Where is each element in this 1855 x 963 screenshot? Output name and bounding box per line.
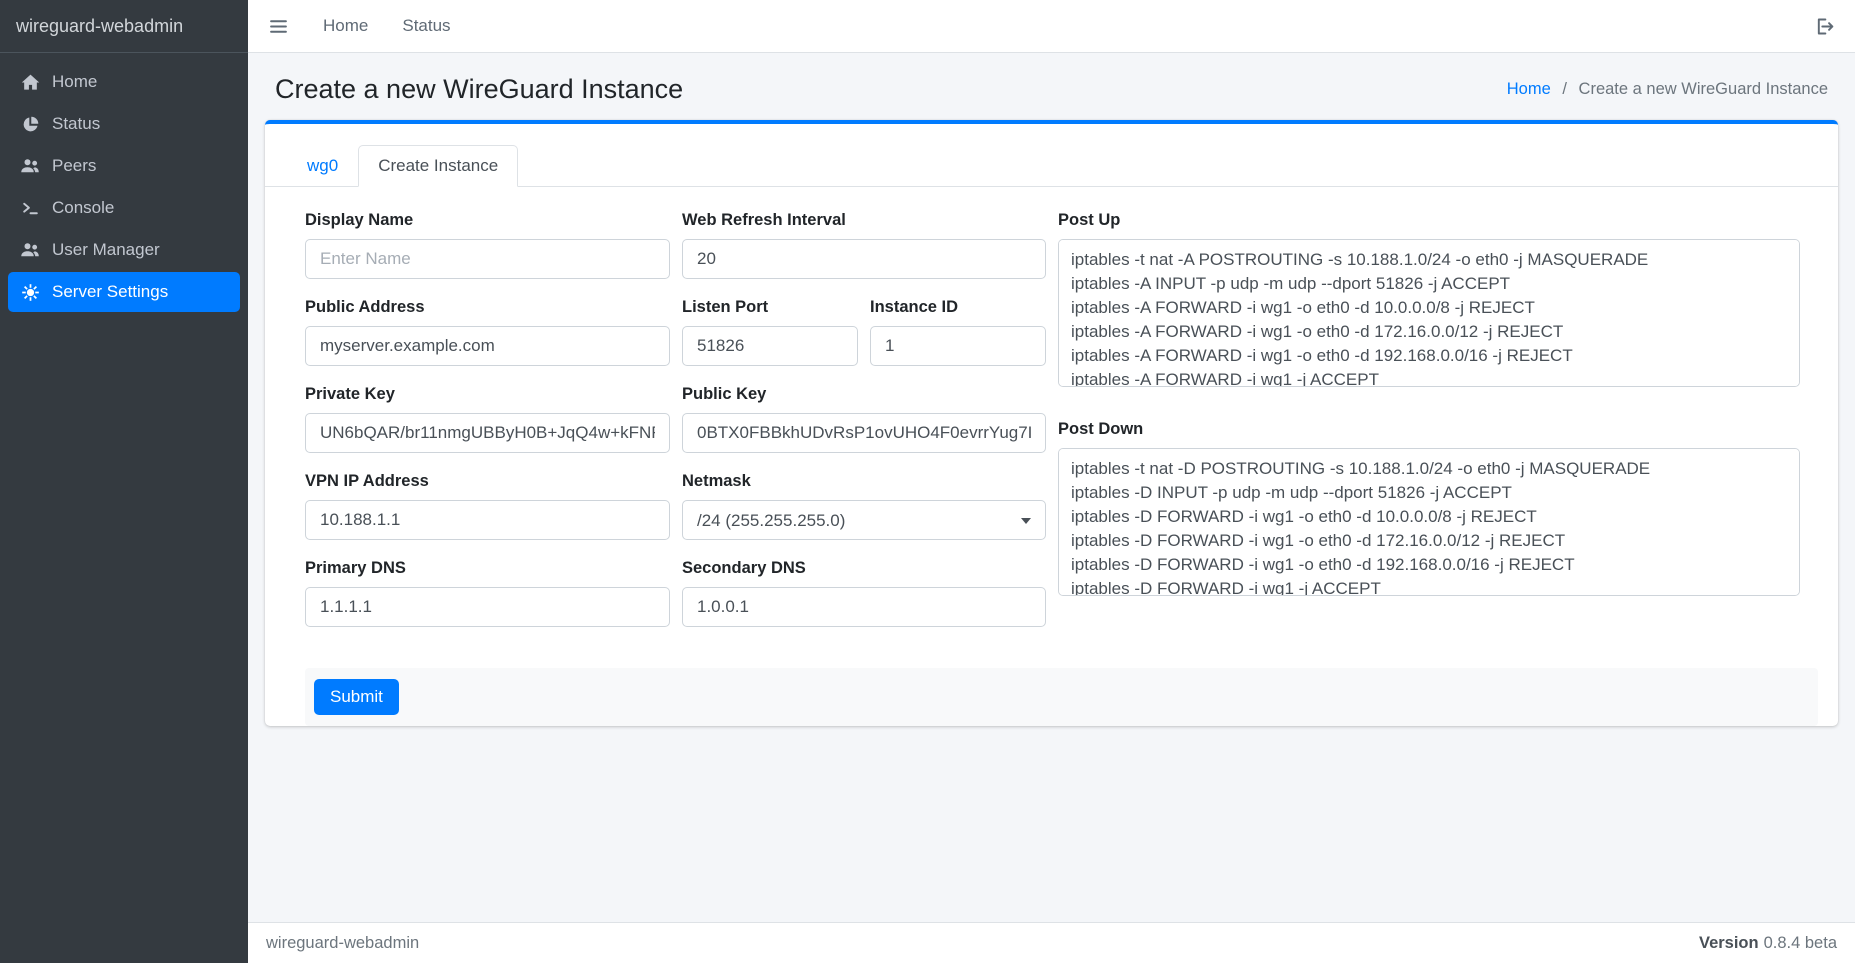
display-name-input[interactable]: [305, 239, 670, 279]
instance-card: wg0 Create Instance Display Name Public: [265, 120, 1838, 726]
breadcrumb-separator: /: [1562, 80, 1567, 98]
app-root: wireguard-webadmin Home Status Peers: [0, 0, 1855, 963]
public-key-label: Public Key: [682, 385, 1046, 404]
sidebar-item-label: User Manager: [52, 240, 160, 260]
netmask-select[interactable]: /24 (255.255.255.0): [682, 500, 1046, 540]
footer-brand: wireguard-webadmin: [266, 934, 419, 953]
listen-port-label: Listen Port: [682, 298, 858, 317]
vpn-ip-input[interactable]: [305, 500, 670, 540]
users-icon: [19, 156, 41, 176]
form-column-middle: Web Refresh Interval Listen Port Instanc…: [682, 211, 1046, 646]
footer-version-label: Version: [1699, 934, 1759, 952]
top-navbar: Home Status: [248, 0, 1855, 53]
page-title: Create a new WireGuard Instance: [275, 74, 683, 105]
sidebar-item-status[interactable]: Status: [8, 104, 240, 144]
breadcrumb-home-link[interactable]: Home: [1507, 80, 1551, 98]
primary-dns-input[interactable]: [305, 587, 670, 627]
footer-version: Version 0.8.4 beta: [1699, 934, 1837, 953]
submit-button[interactable]: Submit: [314, 679, 399, 715]
users-icon: [19, 240, 41, 260]
listen-port-input[interactable]: [682, 326, 858, 366]
private-key-input[interactable]: [305, 413, 670, 453]
breadcrumb: Home / Create a new WireGuard Instance: [1507, 80, 1828, 99]
nav-link-status[interactable]: Status: [402, 16, 450, 36]
post-down-label: Post Down: [1058, 420, 1800, 439]
sidebar-item-home[interactable]: Home: [8, 62, 240, 102]
vpn-ip-label: VPN IP Address: [305, 472, 670, 491]
web-refresh-interval-label: Web Refresh Interval: [682, 211, 1046, 230]
public-address-input[interactable]: [305, 326, 670, 366]
sidebar-item-server-settings[interactable]: Server Settings: [8, 272, 240, 312]
brand-link[interactable]: wireguard-webadmin: [0, 0, 248, 53]
instance-id-input[interactable]: [870, 326, 1046, 366]
instance-tabs: wg0 Create Instance: [265, 124, 1838, 187]
page-footer: wireguard-webadmin Version 0.8.4 beta: [248, 922, 1855, 963]
instance-form: Display Name Public Address Private Key: [265, 187, 1838, 646]
sidebar-item-label: Peers: [52, 156, 96, 176]
nav-link-home[interactable]: Home: [323, 16, 368, 36]
form-column-left: Display Name Public Address Private Key: [305, 211, 670, 646]
primary-dns-label: Primary DNS: [305, 559, 670, 578]
footer-version-value: 0.8.4 beta: [1764, 934, 1837, 952]
main-area: Home Status Create a new WireGuard Insta…: [248, 0, 1855, 963]
form-actions: Submit: [305, 668, 1818, 726]
private-key-label: Private Key: [305, 385, 670, 404]
content-header: Create a new WireGuard Instance Home / C…: [265, 53, 1838, 120]
sidebar-item-label: Status: [52, 114, 100, 134]
sidebar-nav: Home Status Peers Console: [0, 53, 248, 323]
post-up-label: Post Up: [1058, 211, 1800, 230]
sidebar-item-user-manager[interactable]: User Manager: [8, 230, 240, 270]
tab-create-instance[interactable]: Create Instance: [358, 145, 518, 187]
secondary-dns-label: Secondary DNS: [682, 559, 1046, 578]
instance-id-label: Instance ID: [870, 298, 1046, 317]
chart-pie-icon: [19, 115, 41, 134]
sidebar: wireguard-webadmin Home Status Peers: [0, 0, 248, 963]
sidebar-item-label: Home: [52, 72, 97, 92]
sidebar-item-label: Server Settings: [52, 282, 168, 302]
sidebar-item-peers[interactable]: Peers: [8, 146, 240, 186]
netmask-label: Netmask: [682, 472, 1046, 491]
hamburger-icon[interactable]: [268, 16, 289, 37]
post-up-textarea[interactable]: [1058, 239, 1800, 387]
home-icon: [19, 73, 41, 92]
post-down-textarea[interactable]: [1058, 448, 1800, 596]
breadcrumb-current: Create a new WireGuard Instance: [1579, 80, 1828, 98]
public-address-label: Public Address: [305, 298, 670, 317]
terminal-icon: [19, 199, 41, 218]
web-refresh-interval-input[interactable]: [682, 239, 1046, 279]
sign-out-icon[interactable]: [1814, 16, 1835, 37]
sidebar-item-console[interactable]: Console: [8, 188, 240, 228]
display-name-label: Display Name: [305, 211, 670, 230]
public-key-input[interactable]: [682, 413, 1046, 453]
sidebar-item-label: Console: [52, 198, 114, 218]
content-area: Create a new WireGuard Instance Home / C…: [248, 53, 1855, 922]
gear-icon: [19, 283, 41, 302]
secondary-dns-input[interactable]: [682, 587, 1046, 627]
tab-wg0[interactable]: wg0: [287, 145, 358, 187]
form-column-right: Post Up Post Down: [1058, 211, 1800, 646]
